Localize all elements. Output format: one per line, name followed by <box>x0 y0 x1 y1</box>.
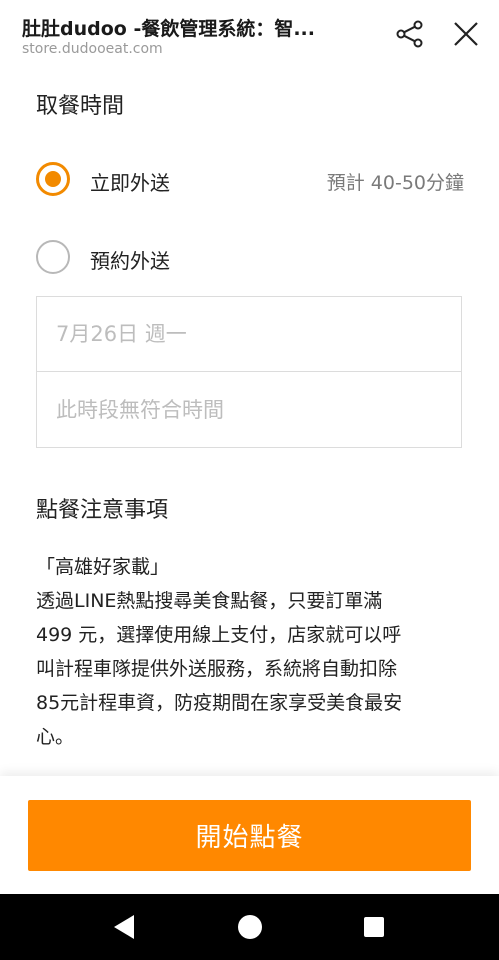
date-select[interactable]: 7月26日 週一 <box>37 297 461 372</box>
pickup-time-title: 取餐時間 <box>36 94 125 119</box>
radio-unchecked-icon[interactable] <box>36 240 70 274</box>
page-title: 肚肚dudoo -餐飲管理系統：智... <box>22 18 315 40</box>
notes-line: 透過LINE熱點搜尋美食點餐，只要訂單滿 <box>36 590 383 612</box>
close-icon[interactable] <box>450 18 482 50</box>
notes-line: 心。 <box>36 726 75 748</box>
schedule-box: 7月26日 週一 此時段無符合時間 <box>36 296 462 448</box>
notes-line: 85元計程車資，防疫期間在家享受美食最安 <box>36 692 403 714</box>
page-url: store.dudooeat.com <box>22 41 163 57</box>
time-slot-select[interactable]: 此時段無符合時間 <box>37 373 461 448</box>
share-icon[interactable] <box>394 18 426 50</box>
option-scheduled-delivery[interactable]: 預約外送 <box>36 238 464 278</box>
radio-checked-icon[interactable] <box>36 162 70 196</box>
browser-header: 肚肚dudoo -餐飲管理系統：智... store.dudooeat.com <box>0 0 499 68</box>
order-notes-text: 「高雄好家載」 透過LINE熱點搜尋美食點餐，只要訂單滿 499 元，選擇使用線… <box>36 550 468 754</box>
option-immediate-delivery[interactable]: 立即外送 預計 40-50分鐘 <box>36 160 464 200</box>
option-label: 立即外送 <box>90 171 170 195</box>
recent-apps-icon[interactable] <box>364 917 384 937</box>
system-navigation-bar <box>0 894 499 960</box>
option-label: 預約外送 <box>90 249 170 273</box>
notes-line: 499 元，選擇使用線上支付，店家就可以呼 <box>36 624 402 646</box>
home-icon[interactable] <box>238 915 262 939</box>
notes-line: 叫計程車隊提供外送服務，系統將自動扣除 <box>36 658 398 680</box>
estimated-time: 預計 40-50分鐘 <box>326 172 464 194</box>
notes-line: 「高雄好家載」 <box>36 556 170 578</box>
order-notes-title: 點餐注意事項 <box>36 498 169 523</box>
bottom-action-panel: 開始點餐 <box>0 776 499 894</box>
start-order-button[interactable]: 開始點餐 <box>28 800 471 871</box>
back-icon[interactable] <box>112 914 136 940</box>
